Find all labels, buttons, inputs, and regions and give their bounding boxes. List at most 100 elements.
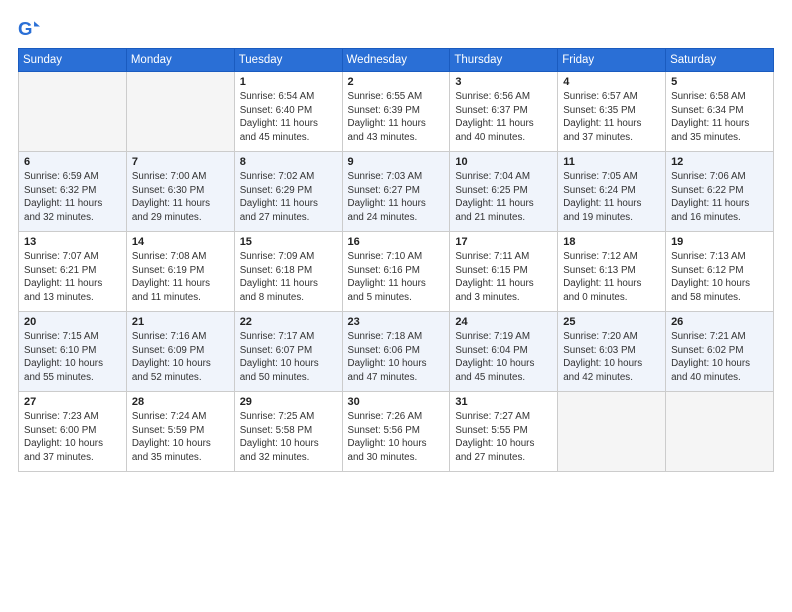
day-info: Sunrise: 7:07 AMSunset: 6:21 PMDaylight:…	[24, 250, 121, 305]
day-number: 30	[348, 396, 445, 408]
svg-text:G: G	[18, 18, 32, 39]
calendar-cell: 16 Sunrise: 7:10 AMSunset: 6:16 PMDayligh…	[342, 232, 450, 312]
day-number: 21	[132, 316, 229, 328]
day-info: Sunrise: 6:56 AMSunset: 6:37 PMDaylight:…	[455, 90, 552, 145]
day-info: Sunrise: 7:02 AMSunset: 6:29 PMDaylight:…	[240, 170, 337, 225]
day-number: 17	[455, 236, 552, 248]
day-number: 16	[348, 236, 445, 248]
calendar-cell: 14 Sunrise: 7:08 AMSunset: 6:19 PMDayligh…	[126, 232, 234, 312]
day-number: 19	[671, 236, 768, 248]
day-number: 27	[24, 396, 121, 408]
day-info: Sunrise: 7:16 AMSunset: 6:09 PMDaylight:…	[132, 330, 229, 385]
calendar-cell: 6Sunrise: 6:59 AMSunset: 6:32 PMDaylight…	[19, 152, 127, 232]
calendar-cell: 29 Sunrise: 7:25 AMSunset: 5:58 PMDayligh…	[234, 392, 342, 472]
page: G SundayMondayTuesdayWednesdayThursdayFr…	[0, 0, 792, 612]
calendar-cell: 30 Sunrise: 7:26 AMSunset: 5:56 PMDayligh…	[342, 392, 450, 472]
calendar-cell: 3Sunrise: 6:56 AMSunset: 6:37 PMDaylight…	[450, 72, 558, 152]
day-info: Sunrise: 7:11 AMSunset: 6:15 PMDaylight:…	[455, 250, 552, 305]
calendar-cell: 28Sunrise: 7:24 AMSunset: 5:59 PMDayligh…	[126, 392, 234, 472]
calendar-cell	[558, 392, 666, 472]
day-number: 13	[24, 236, 121, 248]
day-number: 2	[348, 76, 445, 88]
day-info: Sunrise: 7:23 AMSunset: 6:00 PMDaylight:…	[24, 410, 121, 465]
calendar-cell: 1 Sunrise: 6:54 AMSunset: 6:40 PMDaylight…	[234, 72, 342, 152]
day-info: Sunrise: 7:19 AMSunset: 6:04 PMDaylight:…	[455, 330, 552, 385]
day-number: 31	[455, 396, 552, 408]
col-header-tuesday: Tuesday	[234, 49, 342, 72]
day-number: 4	[563, 76, 660, 88]
col-header-sunday: Sunday	[19, 49, 127, 72]
day-info: Sunrise: 7:08 AMSunset: 6:19 PMDaylight:…	[132, 250, 229, 305]
day-info: Sunrise: 7:12 AMSunset: 6:13 PMDaylight:…	[563, 250, 660, 305]
day-number: 25	[563, 316, 660, 328]
calendar-header-row: SundayMondayTuesdayWednesdayThursdayFrid…	[19, 49, 774, 72]
day-info: Sunrise: 6:54 AMSunset: 6:40 PMDaylight:…	[240, 90, 337, 145]
day-number: 10	[455, 156, 552, 168]
logo-icon: G	[18, 18, 40, 40]
calendar-cell	[19, 72, 127, 152]
col-header-friday: Friday	[558, 49, 666, 72]
day-number: 20	[24, 316, 121, 328]
day-number: 8	[240, 156, 337, 168]
day-info: Sunrise: 7:04 AMSunset: 6:25 PMDaylight:…	[455, 170, 552, 225]
logo: G	[18, 18, 44, 40]
calendar-week-row: 1 Sunrise: 6:54 AMSunset: 6:40 PMDaylight…	[19, 72, 774, 152]
calendar-cell: 27 Sunrise: 7:23 AMSunset: 6:00 PMDayligh…	[19, 392, 127, 472]
calendar-cell: 31 Sunrise: 7:27 AMSunset: 5:55 PMDayligh…	[450, 392, 558, 472]
calendar-cell: 9 Sunrise: 7:03 AMSunset: 6:27 PMDaylight…	[342, 152, 450, 232]
day-number: 9	[348, 156, 445, 168]
day-info: Sunrise: 6:55 AMSunset: 6:39 PMDaylight:…	[348, 90, 445, 145]
day-info: Sunrise: 7:18 AMSunset: 6:06 PMDaylight:…	[348, 330, 445, 385]
day-info: Sunrise: 7:05 AMSunset: 6:24 PMDaylight:…	[563, 170, 660, 225]
calendar-cell: 2 Sunrise: 6:55 AMSunset: 6:39 PMDaylight…	[342, 72, 450, 152]
calendar-cell: 21 Sunrise: 7:16 AMSunset: 6:09 PMDayligh…	[126, 312, 234, 392]
day-info: Sunrise: 7:09 AMSunset: 6:18 PMDaylight:…	[240, 250, 337, 305]
calendar-cell: 26Sunrise: 7:21 AMSunset: 6:02 PMDayligh…	[666, 312, 774, 392]
calendar-cell: 20 Sunrise: 7:15 AMSunset: 6:10 PMDayligh…	[19, 312, 127, 392]
calendar-cell	[666, 392, 774, 472]
day-info: Sunrise: 7:13 AMSunset: 6:12 PMDaylight:…	[671, 250, 768, 305]
day-info: Sunrise: 7:03 AMSunset: 6:27 PMDaylight:…	[348, 170, 445, 225]
day-number: 14	[132, 236, 229, 248]
day-info: Sunrise: 7:25 AMSunset: 5:58 PMDaylight:…	[240, 410, 337, 465]
day-number: 23	[348, 316, 445, 328]
day-info: Sunrise: 7:27 AMSunset: 5:55 PMDaylight:…	[455, 410, 552, 465]
day-number: 7	[132, 156, 229, 168]
col-header-thursday: Thursday	[450, 49, 558, 72]
header: G	[18, 18, 774, 40]
day-number: 26	[671, 316, 768, 328]
day-info: Sunrise: 7:26 AMSunset: 5:56 PMDaylight:…	[348, 410, 445, 465]
day-info: Sunrise: 6:57 AMSunset: 6:35 PMDaylight:…	[563, 90, 660, 145]
day-number: 12	[671, 156, 768, 168]
calendar-cell: 8 Sunrise: 7:02 AMSunset: 6:29 PMDaylight…	[234, 152, 342, 232]
col-header-monday: Monday	[126, 49, 234, 72]
calendar-week-row: 27 Sunrise: 7:23 AMSunset: 6:00 PMDayligh…	[19, 392, 774, 472]
calendar-cell	[126, 72, 234, 152]
calendar-cell: 12Sunrise: 7:06 AMSunset: 6:22 PMDayligh…	[666, 152, 774, 232]
day-number: 5	[671, 76, 768, 88]
day-info: Sunrise: 7:00 AMSunset: 6:30 PMDaylight:…	[132, 170, 229, 225]
day-info: Sunrise: 6:58 AMSunset: 6:34 PMDaylight:…	[671, 90, 768, 145]
day-number: 15	[240, 236, 337, 248]
day-info: Sunrise: 7:24 AMSunset: 5:59 PMDaylight:…	[132, 410, 229, 465]
calendar-week-row: 6Sunrise: 6:59 AMSunset: 6:32 PMDaylight…	[19, 152, 774, 232]
day-info: Sunrise: 7:15 AMSunset: 6:10 PMDaylight:…	[24, 330, 121, 385]
col-header-saturday: Saturday	[666, 49, 774, 72]
day-number: 29	[240, 396, 337, 408]
day-info: Sunrise: 7:10 AMSunset: 6:16 PMDaylight:…	[348, 250, 445, 305]
day-number: 11	[563, 156, 660, 168]
day-info: Sunrise: 7:17 AMSunset: 6:07 PMDaylight:…	[240, 330, 337, 385]
day-number: 6	[24, 156, 121, 168]
calendar-cell: 11 Sunrise: 7:05 AMSunset: 6:24 PMDayligh…	[558, 152, 666, 232]
day-number: 22	[240, 316, 337, 328]
calendar-cell: 4 Sunrise: 6:57 AMSunset: 6:35 PMDaylight…	[558, 72, 666, 152]
day-number: 1	[240, 76, 337, 88]
calendar-cell: 24 Sunrise: 7:19 AMSunset: 6:04 PMDayligh…	[450, 312, 558, 392]
calendar-cell: 13 Sunrise: 7:07 AMSunset: 6:21 PMDayligh…	[19, 232, 127, 312]
calendar-cell: 18Sunrise: 7:12 AMSunset: 6:13 PMDayligh…	[558, 232, 666, 312]
day-number: 24	[455, 316, 552, 328]
day-info: Sunrise: 7:20 AMSunset: 6:03 PMDaylight:…	[563, 330, 660, 385]
calendar-cell: 7 Sunrise: 7:00 AMSunset: 6:30 PMDaylight…	[126, 152, 234, 232]
calendar-cell: 19 Sunrise: 7:13 AMSunset: 6:12 PMDayligh…	[666, 232, 774, 312]
calendar-cell: 17 Sunrise: 7:11 AMSunset: 6:15 PMDayligh…	[450, 232, 558, 312]
